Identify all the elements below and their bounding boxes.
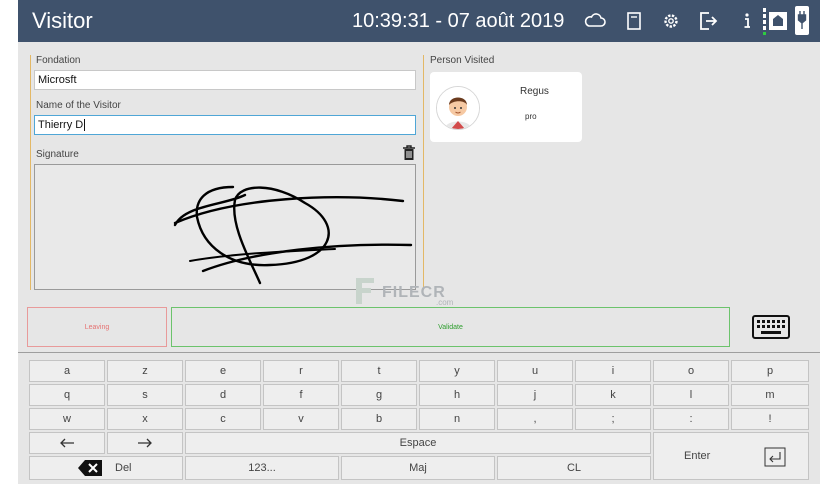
watermark-logo-icon: [356, 278, 374, 304]
arrow-left-icon: [60, 438, 74, 448]
key-c[interactable]: c: [185, 408, 261, 430]
watermark: FILECR .com: [354, 276, 453, 311]
fondation-field[interactable]: Microsft: [34, 70, 416, 90]
signature-label: Signature: [36, 149, 79, 160]
key-m[interactable]: m: [731, 384, 809, 406]
key-comma[interactable]: ,: [497, 408, 573, 430]
book-icon[interactable]: [623, 10, 645, 32]
fondation-label: Fondation: [36, 55, 81, 66]
person-role: pro: [525, 112, 537, 121]
enter-label: Enter: [684, 450, 711, 462]
shift-key[interactable]: Maj: [341, 456, 495, 480]
space-key[interactable]: Espace: [185, 432, 651, 454]
delete-key[interactable]: Del: [29, 456, 183, 480]
fondation-value: Microsft: [38, 74, 77, 86]
header-bar: Visitor 10:39:31 - 07 août 2019: [18, 0, 820, 42]
enter-icon: [764, 447, 786, 467]
key-exclamation[interactable]: !: [731, 408, 809, 430]
enter-key[interactable]: Enter: [653, 432, 809, 480]
key-z[interactable]: z: [107, 360, 183, 382]
page-title: Visitor: [32, 8, 93, 33]
person-card[interactable]: Regus pro: [430, 72, 582, 142]
key-x[interactable]: x: [107, 408, 183, 430]
trash-icon[interactable]: [402, 145, 416, 161]
key-v[interactable]: v: [263, 408, 339, 430]
key-semicolon[interactable]: ;: [575, 408, 651, 430]
leaving-button[interactable]: Leaving: [27, 307, 167, 347]
key-i[interactable]: i: [575, 360, 651, 382]
numbers-key[interactable]: 123...: [185, 456, 339, 480]
key-b[interactable]: b: [341, 408, 417, 430]
text-caret: [84, 119, 86, 132]
network-icon: [762, 6, 790, 36]
exit-icon[interactable]: [697, 10, 719, 32]
keyboard-separator: [18, 352, 820, 353]
key-q[interactable]: q: [29, 384, 105, 406]
datetime-display: 10:39:31 - 07 août 2019: [352, 10, 565, 32]
arrow-right-key[interactable]: [107, 432, 183, 454]
key-w[interactable]: w: [29, 408, 105, 430]
delete-label: Del: [115, 462, 132, 474]
validate-label: Validate: [438, 323, 463, 331]
key-p[interactable]: p: [731, 360, 809, 382]
key-colon[interactable]: :: [653, 408, 729, 430]
key-j[interactable]: j: [497, 384, 573, 406]
key-f[interactable]: f: [263, 384, 339, 406]
key-a[interactable]: a: [29, 360, 105, 382]
validate-button[interactable]: Validate: [171, 307, 730, 347]
cloud-icon[interactable]: [584, 10, 606, 32]
form-divider: [30, 55, 31, 290]
person-visited-label: Person Visited: [430, 55, 495, 66]
visitor-name-field[interactable]: Thierry D: [34, 115, 416, 135]
caps-lock-key[interactable]: CL: [497, 456, 651, 480]
gear-icon[interactable]: [660, 10, 682, 32]
key-k[interactable]: k: [575, 384, 651, 406]
key-l[interactable]: l: [653, 384, 729, 406]
key-n[interactable]: n: [419, 408, 495, 430]
info-icon[interactable]: [736, 10, 758, 32]
avatar: [436, 86, 480, 130]
key-u[interactable]: u: [497, 360, 573, 382]
key-e[interactable]: e: [185, 360, 261, 382]
signature-pad[interactable]: [34, 164, 416, 290]
key-t[interactable]: t: [341, 360, 417, 382]
arrow-right-icon: [138, 438, 152, 448]
backspace-icon: [78, 460, 102, 476]
leaving-label: Leaving: [84, 323, 110, 331]
keyboard-icon[interactable]: [752, 314, 790, 340]
watermark-subtext: .com: [436, 298, 454, 307]
key-r[interactable]: r: [263, 360, 339, 382]
arrow-left-key[interactable]: [29, 432, 105, 454]
key-d[interactable]: d: [185, 384, 261, 406]
signature-stroke: [173, 185, 413, 285]
battery-icon: [794, 4, 810, 36]
visitor-name-value: Thierry D: [38, 119, 84, 131]
key-o[interactable]: o: [653, 360, 729, 382]
key-h[interactable]: h: [419, 384, 495, 406]
key-s[interactable]: s: [107, 384, 183, 406]
visitor-screen: Visitor 10:39:31 - 07 août 2019 Fondatio…: [18, 0, 820, 484]
key-g[interactable]: g: [341, 384, 417, 406]
person-name: Regus: [520, 86, 549, 97]
key-y[interactable]: y: [419, 360, 495, 382]
visitor-name-label: Name of the Visitor: [36, 100, 121, 111]
column-divider: [423, 55, 424, 290]
